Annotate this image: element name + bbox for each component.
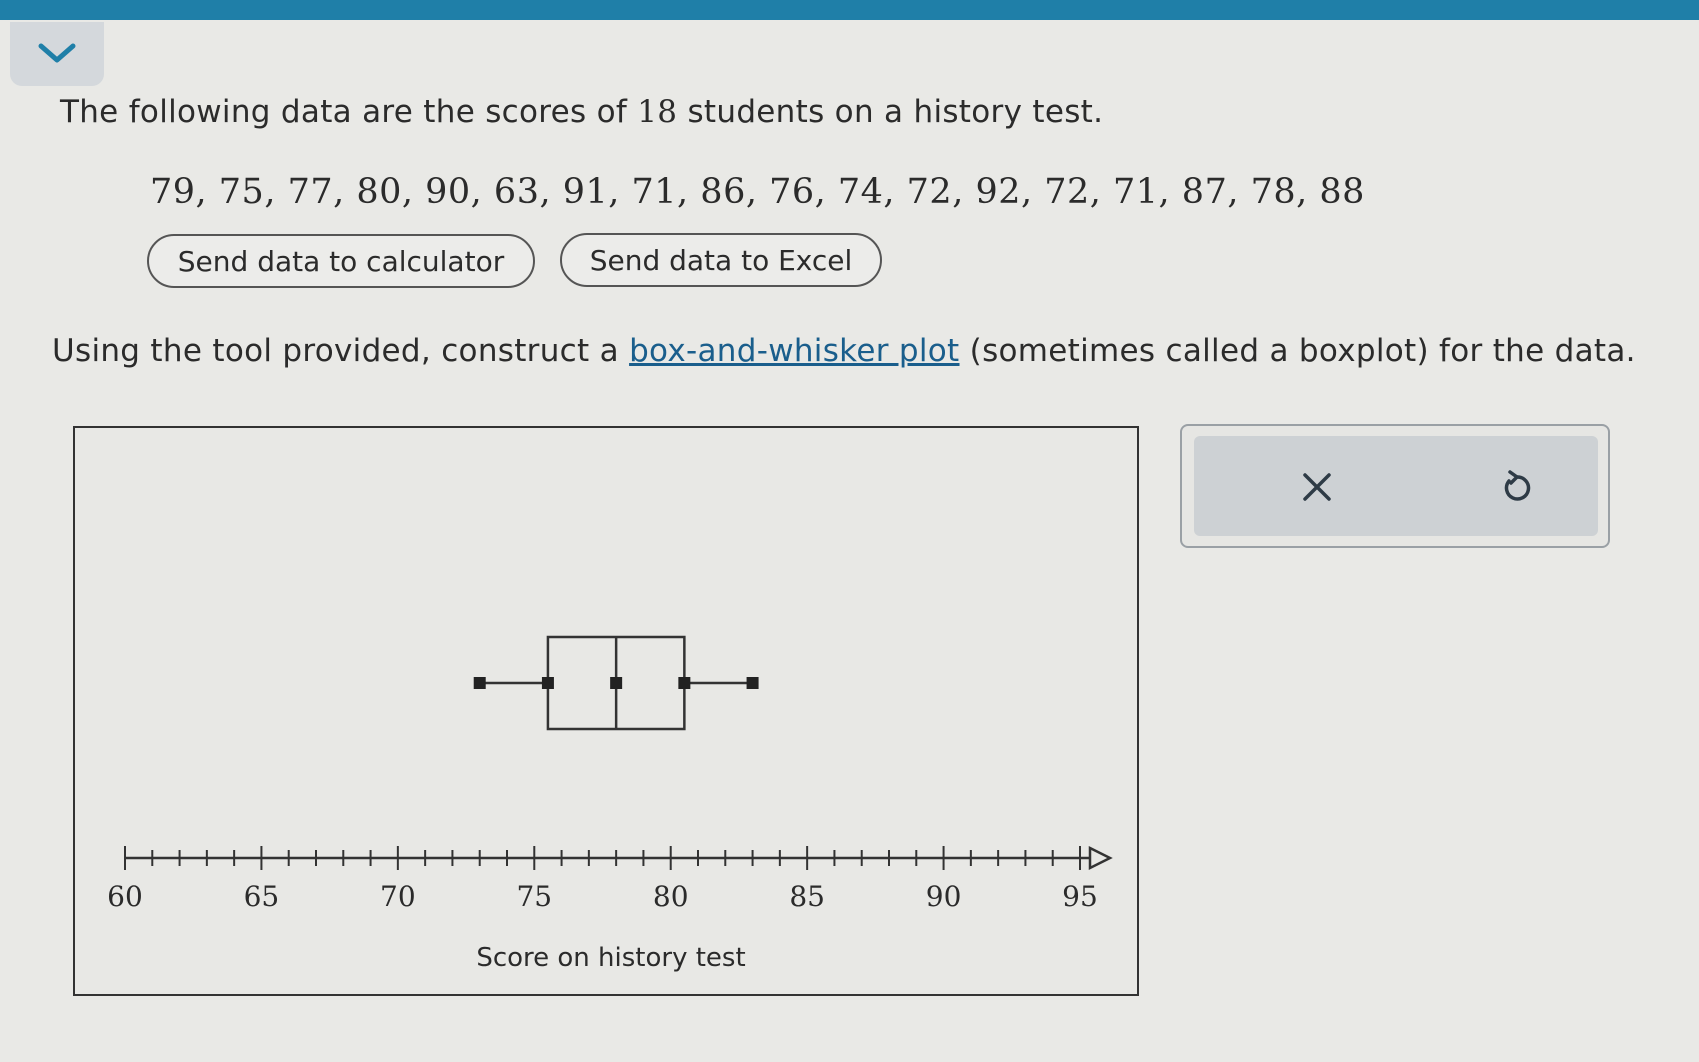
tool-bar xyxy=(1194,436,1598,536)
handle-q1[interactable] xyxy=(541,677,554,689)
boxplot-graph-area[interactable]: 60 65 70 75 80 85 90 95 Score on history test xyxy=(73,426,1139,996)
handle-min[interactable] xyxy=(473,677,486,689)
chevron-down-icon xyxy=(38,43,76,63)
undo-button[interactable] xyxy=(1492,462,1542,512)
tick-label: 65 xyxy=(244,880,280,913)
tick-label: 75 xyxy=(516,880,552,913)
undo-icon xyxy=(1504,470,1531,501)
clear-button[interactable] xyxy=(1292,462,1342,512)
tick-label: 70 xyxy=(380,880,416,913)
number-line: 60 65 70 75 80 85 90 95 xyxy=(107,845,1113,913)
tick-label: 95 xyxy=(1062,880,1098,913)
tick-label: 90 xyxy=(926,880,962,913)
handle-max[interactable] xyxy=(746,677,759,689)
boxplot[interactable] xyxy=(473,635,759,731)
instruction-start: Using the tool provided, construct a xyxy=(52,333,630,369)
student-count: 18 xyxy=(637,94,678,130)
tick-label: 85 xyxy=(789,880,825,913)
boxplot-definition-link[interactable]: box-and-whisker plot xyxy=(629,333,959,369)
boxplot-chart[interactable]: 60 65 70 75 80 85 90 95 Score on history test xyxy=(75,428,1137,994)
data-values: 79, 75, 77, 80, 90, 63, 91, 71, 86, 76, … xyxy=(150,172,1365,212)
axis-arrow xyxy=(1088,845,1113,871)
x-axis-label: Score on history test xyxy=(476,943,745,973)
tick-label: 60 xyxy=(107,880,143,913)
instruction-end: (sometimes called a boxplot) for the dat… xyxy=(959,333,1636,369)
collapse-toggle[interactable] xyxy=(10,22,104,86)
send-to-excel-button[interactable]: Send data to Excel xyxy=(560,233,882,287)
handle-q3[interactable] xyxy=(678,677,691,689)
tick-label: 80 xyxy=(653,880,689,913)
instruction-text: Using the tool provided, construct a box… xyxy=(52,333,1636,369)
tool-panel xyxy=(1180,424,1610,548)
top-bar xyxy=(0,0,1699,20)
prompt-text-end: students on a history test. xyxy=(677,94,1104,130)
prompt-text-start: The following data are the scores of xyxy=(60,94,638,130)
send-to-calculator-button[interactable]: Send data to calculator xyxy=(147,234,535,288)
close-icon xyxy=(1303,473,1331,501)
question-prompt: The following data are the scores of 18 … xyxy=(60,94,1103,130)
handle-median[interactable] xyxy=(610,677,623,689)
